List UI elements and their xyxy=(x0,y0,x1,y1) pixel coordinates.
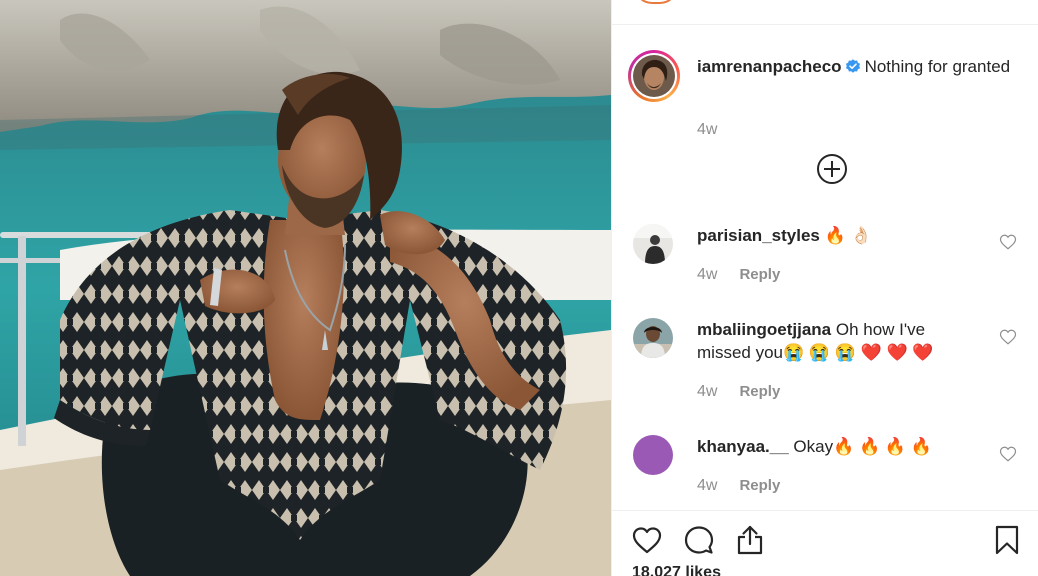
like-icon[interactable] xyxy=(631,524,663,556)
save-icon[interactable] xyxy=(991,524,1023,556)
caption-timestamp[interactable]: 4w xyxy=(697,121,717,139)
reply-button[interactable]: Reply xyxy=(739,266,780,283)
author-avatar[interactable] xyxy=(628,50,680,102)
header-avatar-ring[interactable] xyxy=(634,0,678,4)
comment-text: khanyaa.__ Okay🔥 🔥 🔥 🔥 xyxy=(697,435,967,458)
share-icon[interactable] xyxy=(734,524,766,556)
author-avatar-inner xyxy=(631,53,677,99)
comment-avatar-graphic xyxy=(633,318,673,358)
comment-text: parisian_styles 🔥 👌🏻 xyxy=(697,224,967,247)
comments-panel: iamrenanpacheco Nothing for granted 4w p… xyxy=(611,0,1038,576)
comment-meta: 4w Reply xyxy=(697,477,780,495)
comment-username[interactable]: khanyaa.__ xyxy=(697,437,789,456)
small-heart-icon[interactable] xyxy=(999,233,1017,251)
reply-button[interactable]: Reply xyxy=(739,383,780,400)
comment-text: mbaliingoetjjana Oh how I've missed you😭… xyxy=(697,318,967,364)
comment-avatar[interactable] xyxy=(633,435,673,475)
comment-username[interactable]: mbaliingoetjjana xyxy=(697,320,831,339)
load-more-icon xyxy=(817,154,847,184)
comment-timestamp[interactable]: 4w xyxy=(697,383,717,401)
author-username[interactable]: iamrenanpacheco xyxy=(697,57,842,76)
load-more-button[interactable] xyxy=(816,153,848,185)
post-header-strip xyxy=(612,0,1038,25)
comment-meta: 4w Reply xyxy=(697,266,780,284)
comment-avatar[interactable] xyxy=(633,318,673,358)
author-avatar-graphic xyxy=(633,55,675,97)
reply-button[interactable]: Reply xyxy=(739,477,780,494)
comment-avatar-graphic xyxy=(633,224,673,264)
small-heart-icon[interactable] xyxy=(999,328,1017,346)
likes-count[interactable]: 18,027 likes xyxy=(632,564,721,576)
verified-badge-icon xyxy=(845,59,860,73)
caption-text: Nothing for granted xyxy=(864,57,1011,76)
comment-meta: 4w Reply xyxy=(697,383,780,401)
comment-body: Okay🔥 🔥 🔥 🔥 xyxy=(793,437,932,456)
comment-username[interactable]: parisian_styles xyxy=(697,226,820,245)
author-avatar-image xyxy=(633,55,675,97)
comment-body: 🔥 👌🏻 xyxy=(824,226,872,245)
post-caption: iamrenanpacheco Nothing for granted xyxy=(697,55,1017,78)
small-heart-icon[interactable] xyxy=(999,445,1017,463)
post-photo[interactable] xyxy=(0,0,611,576)
comment-timestamp[interactable]: 4w xyxy=(697,266,717,284)
comment-icon[interactable] xyxy=(683,524,715,556)
comment-timestamp[interactable]: 4w xyxy=(697,477,717,495)
post-image xyxy=(0,0,611,576)
comment-avatar[interactable] xyxy=(633,224,673,264)
